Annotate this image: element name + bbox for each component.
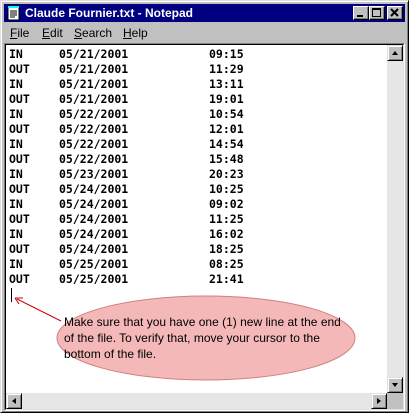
notepad-window: Claude Fournier.txt - Notepad File Edit … xyxy=(0,0,409,413)
line-dir: OUT xyxy=(9,212,30,226)
line-time: 10:25 xyxy=(209,182,244,196)
line-date: 05/21/2001 xyxy=(59,47,129,61)
line-time: 11:29 xyxy=(209,62,244,76)
line-dir: IN xyxy=(9,257,23,271)
line-date: 05/22/2001 xyxy=(59,107,129,121)
line-time: 20:23 xyxy=(209,167,244,181)
line-dir: OUT xyxy=(9,182,30,196)
line-dir: IN xyxy=(9,137,23,151)
line-date: 05/24/2001 xyxy=(59,242,129,256)
horizontal-scrollbar[interactable] xyxy=(6,393,387,409)
scroll-down-button[interactable] xyxy=(387,377,403,393)
line-dir: IN xyxy=(9,197,23,211)
line-date: 05/21/2001 xyxy=(59,62,129,76)
line-dir: IN xyxy=(9,227,23,241)
line-dir: OUT xyxy=(9,152,30,166)
line-time: 16:02 xyxy=(209,227,244,241)
menu-edit[interactable]: Edit xyxy=(42,25,63,41)
line-date: 05/23/2001 xyxy=(59,167,129,181)
line-time: 19:01 xyxy=(209,92,244,106)
line-date: 05/22/2001 xyxy=(59,137,129,151)
menu-file[interactable]: File xyxy=(10,25,29,41)
menu-help[interactable]: Help xyxy=(123,25,148,41)
scroll-left-button[interactable] xyxy=(6,393,22,409)
line-date: 05/24/2001 xyxy=(59,212,129,226)
line-time: 09:15 xyxy=(209,47,244,61)
menu-search[interactable]: Search xyxy=(74,25,112,41)
line-dir: IN xyxy=(9,107,23,121)
line-dir: OUT xyxy=(9,272,30,286)
scroll-up-button[interactable] xyxy=(387,45,403,61)
line-dir: IN xyxy=(9,47,23,61)
line-time: 18:25 xyxy=(209,242,244,256)
line-time: 11:25 xyxy=(209,212,244,226)
vertical-scrollbar[interactable] xyxy=(387,45,403,393)
line-dir: OUT xyxy=(9,122,30,136)
notepad-icon[interactable] xyxy=(6,5,22,21)
line-time: 09:02 xyxy=(209,197,244,211)
line-date: 05/25/2001 xyxy=(59,257,129,271)
line-time: 15:48 xyxy=(209,152,244,166)
text-caret xyxy=(11,288,12,302)
line-time: 08:25 xyxy=(209,257,244,271)
line-time: 14:54 xyxy=(209,137,244,151)
scroll-right-button[interactable] xyxy=(371,393,387,409)
line-date: 05/24/2001 xyxy=(59,227,129,241)
minimize-button[interactable] xyxy=(353,6,369,20)
line-dir: IN xyxy=(9,167,23,181)
line-date: 05/24/2001 xyxy=(59,197,129,211)
maximize-button[interactable] xyxy=(369,6,385,20)
window-title: Claude Fournier.txt - Notepad xyxy=(25,6,194,20)
line-time: 10:54 xyxy=(209,107,244,121)
close-button[interactable] xyxy=(387,6,403,20)
line-date: 05/22/2001 xyxy=(59,152,129,166)
line-dir: OUT xyxy=(9,62,30,76)
line-date: 05/24/2001 xyxy=(59,182,129,196)
line-time: 13:11 xyxy=(209,77,244,91)
line-date: 05/21/2001 xyxy=(59,92,129,106)
line-date: 05/22/2001 xyxy=(59,122,129,136)
scrollbar-corner xyxy=(387,393,403,409)
callout-text: Make sure that you have one (1) new line… xyxy=(64,315,341,361)
title-bar[interactable]: Claude Fournier.txt - Notepad xyxy=(4,4,405,22)
line-date: 05/25/2001 xyxy=(59,272,129,286)
line-date: 05/21/2001 xyxy=(59,77,129,91)
line-time: 12:01 xyxy=(209,122,244,136)
line-dir: OUT xyxy=(9,242,30,256)
menu-bar: File Edit Search Help xyxy=(4,23,405,42)
line-dir: IN xyxy=(9,77,23,91)
line-dir: OUT xyxy=(9,92,30,106)
line-time: 21:41 xyxy=(209,272,244,286)
